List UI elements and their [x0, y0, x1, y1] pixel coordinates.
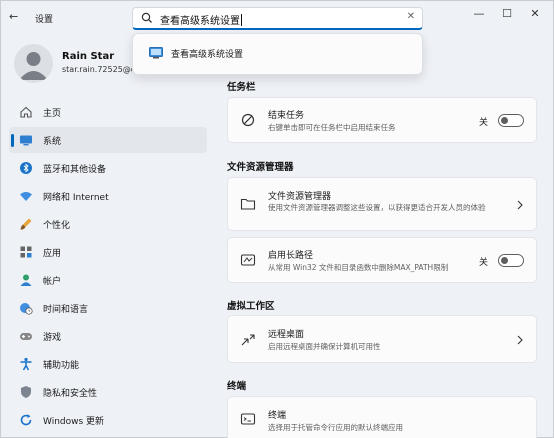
- sidebar-item-personalization[interactable]: 个性化: [9, 211, 207, 237]
- maximize-button[interactable]: ☐: [493, 5, 521, 23]
- terminal-icon: [240, 413, 256, 425]
- search-suggestions: 查看高级系统设置: [132, 33, 423, 75]
- brush-icon: [20, 218, 32, 230]
- sidebar-item-apps[interactable]: 应用: [9, 239, 207, 265]
- accessibility-icon: [20, 357, 32, 371]
- terminal-setting[interactable]: 终端 选择用于托管命令行应用的默认终端应用: [227, 396, 537, 438]
- sidebar-item-system[interactable]: 系统: [9, 127, 207, 153]
- block-icon: [241, 113, 255, 127]
- settings-window: ← 设置 — ☐ ✕ 查看高级系统设置 ✕ 查看高级系统设置 Rain Star: [0, 0, 554, 438]
- sidebar-item-bluetooth[interactable]: 蓝牙和其他设备: [9, 155, 207, 181]
- bluetooth-icon: [20, 162, 32, 174]
- remote-desktop-setting[interactable]: 远程桌面 启用远程桌面并确保计算机可用性: [227, 315, 537, 363]
- long-paths-setting: 启用长路径 从常用 Win32 文件和目录函数中删除MAX_PATH限制 关: [227, 237, 537, 283]
- account-icon: [20, 274, 32, 286]
- search-query: 查看高级系统设置: [160, 14, 242, 27]
- sidebar-item-gaming[interactable]: 游戏: [9, 323, 207, 349]
- long-paths-toggle[interactable]: [498, 254, 524, 267]
- chevron-right-icon: [517, 335, 523, 345]
- toggle-state-label: 关: [478, 118, 488, 128]
- person-icon: [19, 52, 48, 80]
- long-path-icon: [240, 254, 256, 266]
- globe-clock-icon: [20, 303, 33, 315]
- update-icon: [20, 414, 32, 426]
- home-icon: [20, 106, 32, 118]
- remote-desktop-icon: [241, 334, 255, 346]
- section-title-file-explorer: 文件资源管理器: [227, 162, 294, 173]
- minimize-button[interactable]: —: [465, 5, 493, 23]
- active-indicator: [11, 134, 14, 147]
- avatar[interactable]: [14, 44, 53, 83]
- end-task-setting: 结束任务 右键单击即可在任务栏中启用结束任务 关: [227, 97, 537, 143]
- sidebar-item-accounts[interactable]: 帐户: [9, 267, 207, 293]
- close-button[interactable]: ✕: [521, 5, 549, 23]
- wifi-icon: [20, 192, 32, 201]
- sidebar-item-accessibility[interactable]: 辅助功能: [9, 351, 207, 377]
- section-title-virtual-workspace: 虚拟工作区: [227, 301, 275, 312]
- suggestion-label: 查看高级系统设置: [171, 50, 244, 60]
- clear-search-icon[interactable]: ✕: [407, 11, 415, 22]
- shield-icon: [21, 386, 31, 398]
- folder-icon: [240, 198, 256, 210]
- gamepad-icon: [20, 333, 32, 340]
- suggestion-item[interactable]: 查看高级系统设置: [137, 40, 418, 68]
- file-explorer-setting[interactable]: 文件资源管理器 使用文件资源管理器调整这些设置，以获得更适合开发人员的体验: [227, 177, 537, 231]
- toggle-state-label: 关: [478, 258, 488, 268]
- end-task-toggle[interactable]: [498, 114, 524, 127]
- sidebar-item-privacy[interactable]: 隐私和安全性: [9, 379, 207, 405]
- app-title: 设置: [35, 15, 54, 25]
- sidebar-item-home[interactable]: 主页: [9, 99, 207, 125]
- sidebar-item-windows-update[interactable]: Windows 更新: [9, 407, 207, 433]
- sidebar-item-network[interactable]: 网络和 Internet: [9, 183, 207, 209]
- sidebar-item-time-language[interactable]: 时间和语言: [9, 295, 207, 321]
- user-name: Rain Star: [62, 51, 115, 62]
- section-title-taskbar: 任务栏: [227, 82, 256, 93]
- back-arrow-icon[interactable]: ←: [9, 10, 25, 24]
- user-email: star.rain.72525@ou: [62, 65, 132, 74]
- system-icon: [20, 135, 32, 146]
- section-title-terminal: 终端: [227, 381, 247, 392]
- chevron-right-icon: [517, 200, 523, 210]
- system-settings-icon: [149, 47, 163, 59]
- apps-icon: [20, 246, 32, 258]
- search-input[interactable]: 查看高级系统设置 ✕: [132, 7, 423, 30]
- search-icon: [141, 12, 152, 23]
